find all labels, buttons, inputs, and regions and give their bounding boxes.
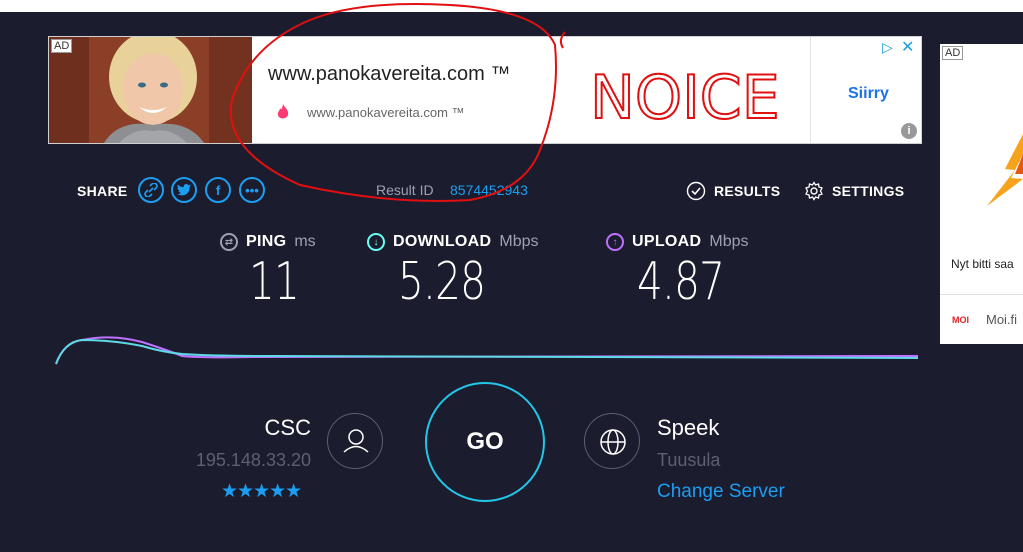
user-icon [327, 413, 383, 469]
top-strip [0, 0, 1023, 12]
result-id-label: Result ID [376, 182, 434, 198]
server-name: Speek [657, 415, 720, 440]
ping-unit: ms [294, 233, 316, 250]
ad-photo[interactable] [49, 37, 252, 143]
speed-graph [55, 336, 918, 365]
ping-icon: ⇄ [220, 233, 238, 251]
ping-value: 11 [249, 252, 300, 312]
download-value: 5.28 [398, 252, 486, 312]
download-unit: Mbps [499, 233, 539, 250]
isp-name: CSC [264, 415, 311, 440]
tinder-flame-icon [277, 104, 289, 119]
side-ad-divider [940, 294, 1023, 295]
share-label: SHARE [77, 183, 128, 199]
results-label: RESULTS [714, 183, 781, 199]
ad-display-url[interactable]: www.panokavereita.com ™ [307, 105, 465, 120]
ping-header: ⇄ PING ms [220, 233, 316, 251]
link-icon[interactable] [138, 177, 164, 203]
settings-button[interactable]: SETTINGS [804, 180, 904, 202]
info-icon[interactable]: i [901, 123, 917, 139]
globe-icon [584, 413, 640, 469]
download-header: ↓ DOWNLOAD Mbps [367, 233, 539, 251]
more-icon[interactable]: ••• [239, 177, 265, 203]
results-button[interactable]: RESULTS [686, 180, 780, 202]
go-label: GO [466, 428, 504, 455]
facebook-icon[interactable]: f [205, 177, 231, 203]
ad-headline[interactable]: www.panokavereita.com ™ [268, 63, 510, 86]
isp-rating-stars[interactable]: ★★★★★ [221, 480, 302, 503]
download-label: DOWNLOAD [393, 233, 492, 250]
upload-unit: Mbps [709, 233, 749, 250]
ping-label: PING [246, 233, 287, 250]
lightning-graphic-icon [987, 134, 1023, 206]
settings-label: SETTINGS [832, 183, 905, 199]
side-ad[interactable]: AD Nyt bitti saa MOI Moi.fi [940, 44, 1023, 344]
close-icon[interactable]: ✕ [901, 37, 914, 57]
download-icon: ↓ [367, 233, 385, 251]
check-circle-icon [686, 181, 706, 201]
isp-ip-address: 195.148.33.20 [195, 450, 311, 470]
twitter-icon[interactable] [171, 177, 197, 203]
gear-icon [805, 181, 823, 201]
upload-value: 4.87 [637, 252, 725, 312]
upload-icon: ↑ [606, 233, 624, 251]
change-server-link[interactable]: Change Server [657, 481, 785, 503]
ad-divider [810, 37, 811, 143]
go-button[interactable]: GO [425, 382, 545, 502]
ad-badge: AD [51, 39, 73, 53]
adchoices-icon[interactable]: ▷ [882, 39, 893, 56]
ad-banner[interactable]: AD www.panokavereita.com ™ www.panokaver… [48, 36, 922, 144]
server-location: Tuusula [657, 450, 721, 470]
ad-cta-button[interactable]: Siirry [848, 85, 889, 103]
side-ad-text[interactable]: Nyt bitti saa [951, 257, 1014, 271]
upload-header: ↑ UPLOAD Mbps [606, 233, 748, 251]
side-ad-badge: AD [942, 46, 964, 60]
side-ad-brand[interactable]: Moi.fi [986, 312, 1017, 327]
result-id-link[interactable]: 8574452943 [450, 182, 528, 198]
upload-label: UPLOAD [632, 233, 702, 250]
moi-logo: MOI [952, 315, 969, 325]
